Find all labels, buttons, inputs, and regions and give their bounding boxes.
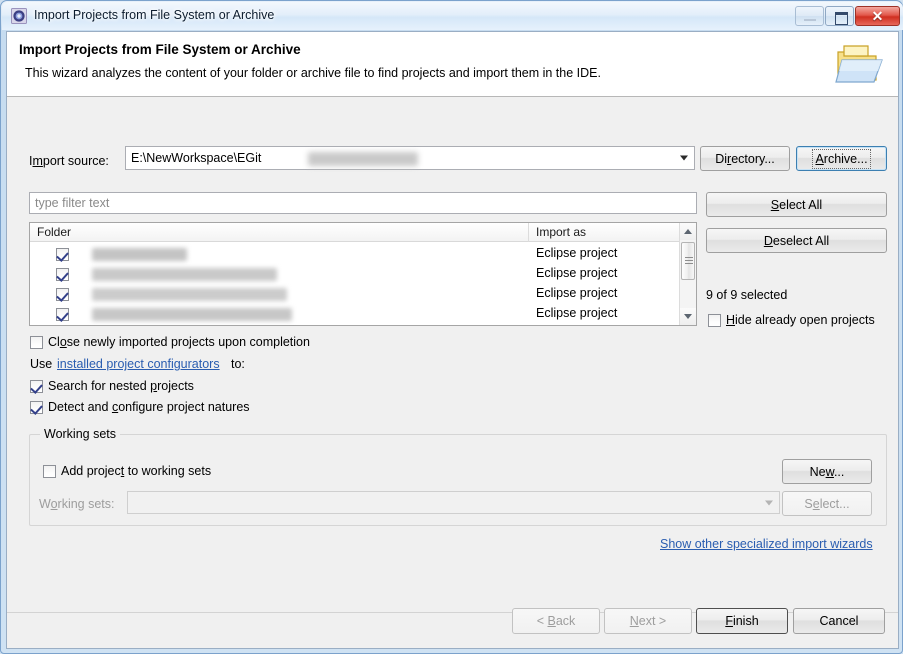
cancel-button-label: Cancel [819, 614, 859, 628]
column-header-import-as: Import as [536, 225, 587, 239]
search-nested-label[interactable]: Search for nested projects [48, 379, 194, 393]
close-icon: ✕ [871, 8, 884, 24]
import-source-label: Import source: [29, 154, 109, 168]
working-sets-group-title: Working sets [40, 427, 121, 441]
chevron-down-icon [680, 155, 688, 161]
filter-input[interactable]: type filter text [29, 192, 697, 214]
select-working-set-button: Select... [782, 491, 872, 516]
add-to-working-sets-checkbox[interactable] [43, 465, 56, 478]
row-import-as: Eclipse project [536, 266, 618, 280]
selection-status: 9 of 9 selected [706, 288, 788, 302]
working-sets-combobox [127, 491, 780, 514]
finish-button[interactable]: Finish [696, 608, 788, 634]
use-configurators-text: Use [30, 357, 53, 371]
select-all-label: Select All [770, 197, 823, 212]
open-folder-icon [834, 40, 886, 88]
table-header-row: Folder Import as [30, 223, 696, 242]
add-to-working-sets-label[interactable]: Add project to working sets [61, 464, 211, 478]
scroll-down-arrow-icon[interactable] [680, 308, 696, 325]
table-row[interactable]: Eclipse project [30, 245, 696, 265]
close-imported-checkbox[interactable] [30, 336, 43, 349]
next-button-label: Next > [629, 614, 667, 628]
row-import-as: Eclipse project [536, 246, 618, 260]
detect-natures-checkbox[interactable] [30, 401, 43, 414]
dialog-window: Import Projects from File System or Arch… [0, 0, 903, 654]
maximize-button[interactable] [825, 6, 854, 26]
table-row[interactable]: Eclipse project [30, 265, 696, 285]
close-button[interactable]: ✕ [855, 6, 900, 26]
eclipse-wizard-icon [11, 8, 27, 24]
directory-button-label: Directory... [715, 151, 775, 166]
deselect-all-button[interactable]: Deselect All [706, 228, 887, 253]
directory-button[interactable]: Directory... [700, 146, 790, 171]
projects-table[interactable]: Folder Import as Eclipse project Eclipse… [29, 222, 697, 326]
page-title: Import Projects from File System or Arch… [19, 42, 301, 57]
new-button-label: New... [809, 464, 845, 479]
row-import-as: Eclipse project [536, 306, 618, 320]
column-header-folder: Folder [37, 225, 72, 239]
installed-project-configurators-link[interactable]: installed project configurators [57, 357, 220, 371]
page-description: This wizard analyzes the content of your… [25, 66, 601, 80]
chevron-down-icon [765, 500, 773, 505]
row-checkbox[interactable] [56, 248, 69, 261]
use-configurators-suffix: to: [231, 357, 245, 371]
import-source-value: E:\NewWorkspace\EGit [131, 151, 262, 165]
close-imported-label[interactable]: Close newly imported projects upon compl… [48, 335, 310, 349]
finish-button-label: Finish [725, 614, 759, 628]
working-sets-label: Working sets: [39, 497, 115, 511]
row-checkbox[interactable] [56, 288, 69, 301]
table-row[interactable]: Eclipse project [30, 305, 696, 325]
filter-placeholder: type filter text [35, 196, 110, 210]
hide-open-projects-label[interactable]: Hide already open projects [726, 313, 875, 327]
next-button: Next > [604, 608, 692, 634]
detect-natures-label[interactable]: Detect and configure project natures [48, 400, 250, 414]
column-divider [528, 223, 529, 242]
redacted-folder-name [92, 308, 292, 321]
search-nested-checkbox[interactable] [30, 380, 43, 393]
minimize-button[interactable] [795, 6, 824, 26]
archive-button[interactable]: Archive... [796, 146, 887, 171]
redacted-folder-name [92, 248, 187, 261]
cancel-button[interactable]: Cancel [793, 608, 885, 634]
row-checkbox[interactable] [56, 268, 69, 281]
screen: Import Projects from File System or Arch… [0, 0, 903, 654]
title-bar: Import Projects from File System or Arch… [2, 2, 903, 30]
row-import-as: Eclipse project [536, 286, 618, 300]
redacted-folder-name [92, 288, 287, 301]
select-button-label: Select... [804, 496, 850, 511]
redacted-path-segment [308, 152, 418, 166]
redacted-folder-name [92, 268, 277, 281]
archive-button-label: Archive... [812, 148, 871, 169]
other-import-wizards-link[interactable]: Show other specialized import wizards [660, 537, 873, 551]
scroll-up-arrow-icon[interactable] [680, 223, 696, 240]
back-button-label: < Back [536, 614, 576, 628]
row-checkbox[interactable] [56, 308, 69, 321]
new-working-set-button[interactable]: New... [782, 459, 872, 484]
hide-open-projects-checkbox[interactable] [708, 314, 721, 327]
select-all-button[interactable]: Select All [706, 192, 887, 217]
table-row[interactable]: Eclipse project [30, 285, 696, 305]
window-title: Import Projects from File System or Arch… [34, 8, 275, 22]
back-button: < Back [512, 608, 600, 634]
import-source-combobox[interactable]: E:\NewWorkspace\EGit [125, 146, 695, 170]
wizard-banner: Import Projects from File System or Arch… [7, 32, 898, 97]
scrollbar-thumb[interactable] [681, 242, 695, 280]
table-vertical-scrollbar[interactable] [679, 223, 696, 325]
deselect-all-label: Deselect All [763, 233, 830, 248]
dialog-client-area: Import Projects from File System or Arch… [6, 31, 899, 649]
